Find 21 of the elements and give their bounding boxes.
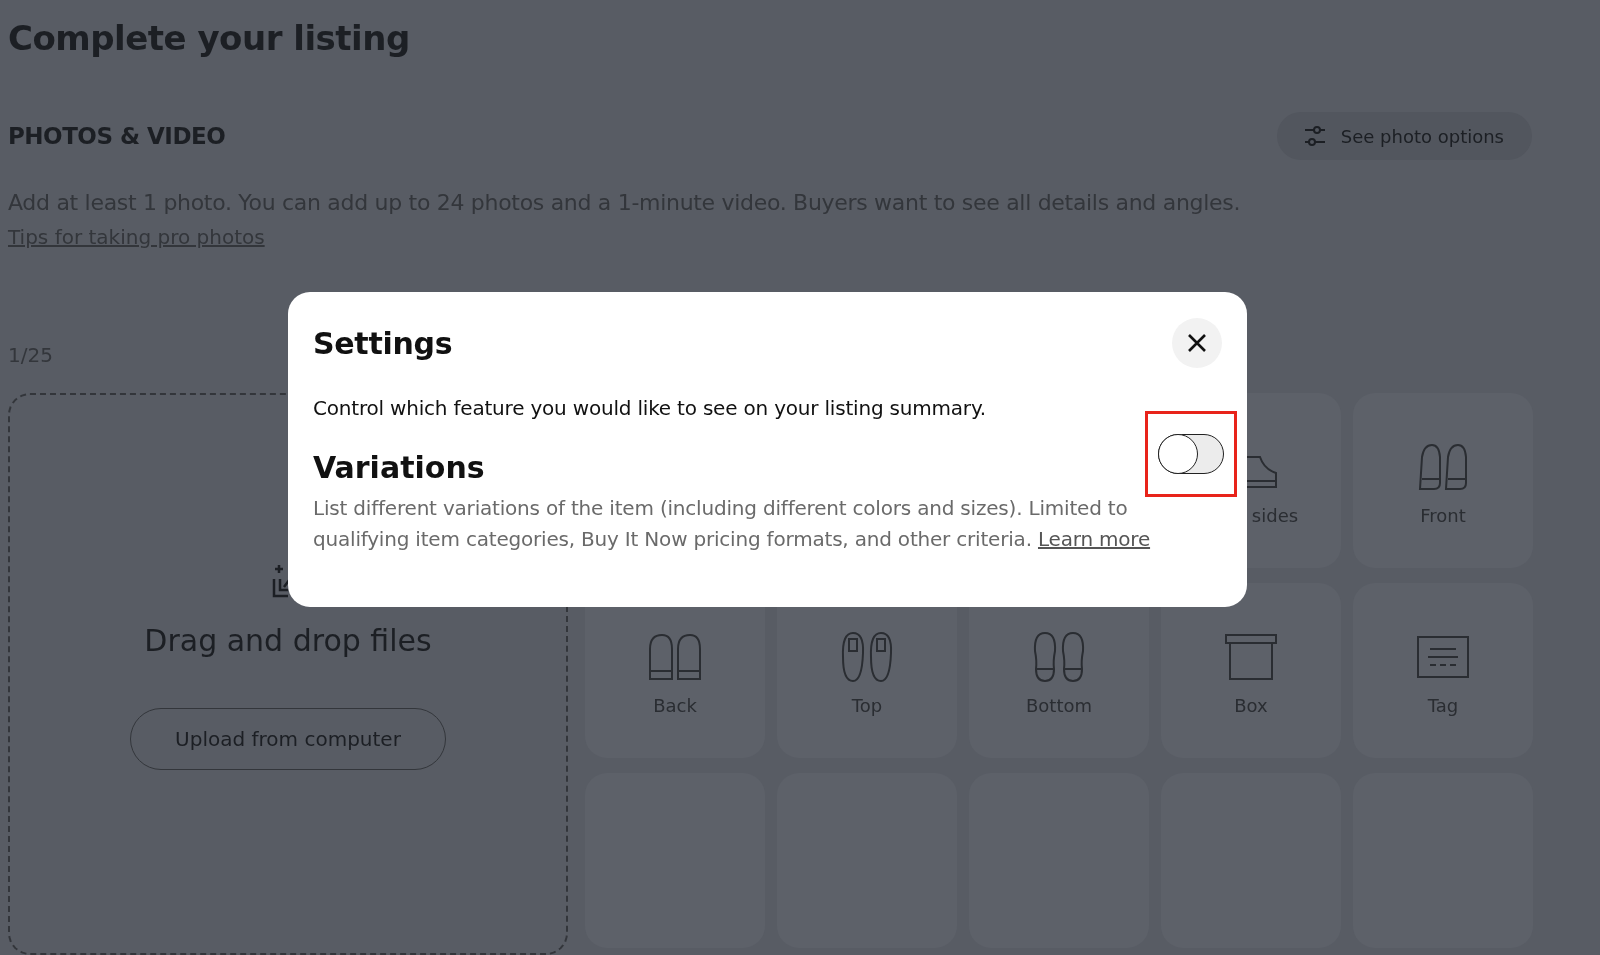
slot-label: Bottom xyxy=(1026,695,1092,716)
slot-label: Top xyxy=(851,695,883,716)
variations-switch[interactable] xyxy=(1158,434,1224,474)
slot-label: Back xyxy=(653,695,697,716)
close-button[interactable] xyxy=(1172,318,1222,368)
close-icon xyxy=(1187,333,1207,353)
drop-prompt: Drag and drop files xyxy=(144,623,432,658)
variations-title: Variations xyxy=(313,450,485,485)
learn-more-link[interactable]: Learn more xyxy=(1038,527,1151,551)
slot-label: Tag xyxy=(1427,695,1459,716)
dialog-title: Settings xyxy=(313,325,453,361)
slot-label: Box xyxy=(1234,695,1268,716)
photo-slot[interactable]: Tag xyxy=(1353,583,1533,758)
add-photo-icon xyxy=(271,563,288,599)
page-title: Complete your listing xyxy=(8,18,410,58)
photo-slot[interactable]: Box xyxy=(1161,583,1341,758)
photo-options-button[interactable]: See photo options xyxy=(1276,112,1532,160)
photo-slot[interactable]: Front xyxy=(1353,393,1533,568)
sliders-icon xyxy=(1302,124,1327,148)
slot-label: Front xyxy=(1420,505,1466,526)
section-heading: PHOTOS & VIDEO xyxy=(8,123,226,149)
